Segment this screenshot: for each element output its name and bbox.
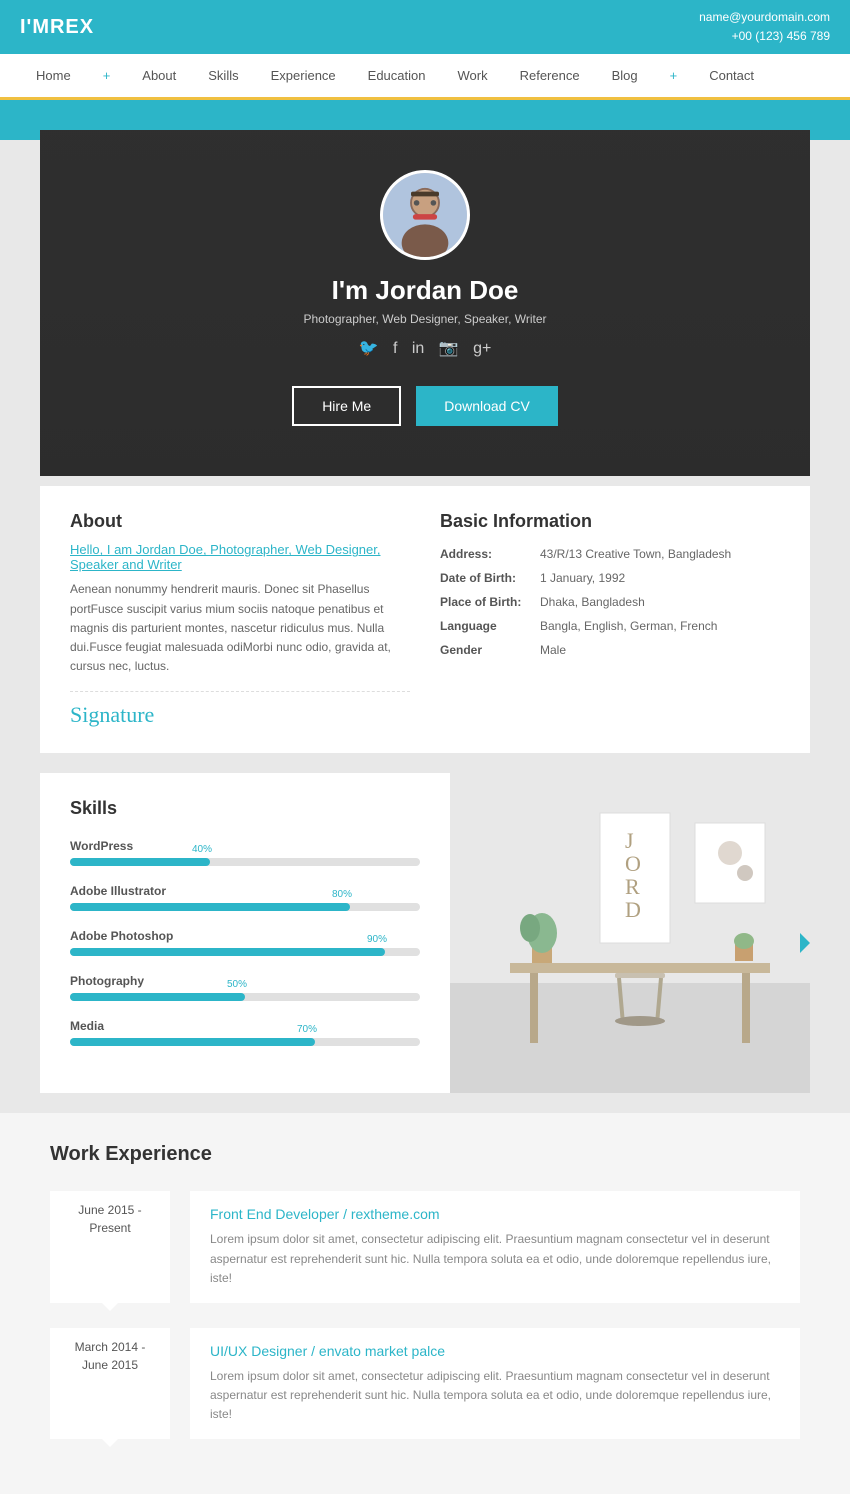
basic-info: Basic Information Address: 43/R/13 Creat… [440,511,780,728]
hero-buttons: Hire Me Download CV [60,386,790,426]
timeline-role-2: UI/UX Designer / envato market palce [210,1343,780,1359]
hero-name: I'm Jordan Doe [60,275,790,306]
skills-illustration: J O R D [450,773,810,1093]
about-section: About Hello, I am Jordan Doe, Photograph… [40,486,810,753]
gender-value: Male [540,643,566,657]
hero-section: I'm Jordan Doe Photographer, Web Designe… [40,130,810,476]
nav-contact[interactable]: Contact [693,54,770,97]
skill-bar-bg-media [70,1038,420,1046]
svg-text:O: O [625,851,641,876]
skill-bar-bg-photography [70,993,420,1001]
nav-about[interactable]: About [126,54,192,97]
timeline-content-2: UI/UX Designer / envato market palce Lor… [190,1328,800,1440]
address-label: Address: [440,547,540,561]
avatar [380,170,470,260]
skill-bar-fill-illustrator [70,903,350,911]
nav-reference[interactable]: Reference [504,54,596,97]
skill-photography: Photography [70,974,420,1001]
nav-work[interactable]: Work [441,54,503,97]
top-header: I'MREX name@yourdomain.com +00 (123) 456… [0,0,850,54]
facebook-icon[interactable]: f [393,340,397,357]
divider [70,691,410,692]
skill-bar-bg-illustrator [70,903,420,911]
pob-label: Place of Birth: [440,595,540,609]
timeline-date-1: June 2015 - Present [50,1191,170,1303]
contact-info: name@yourdomain.com +00 (123) 456 789 [699,8,830,46]
timeline-content-1: Front End Developer / rextheme.com Lorem… [190,1191,800,1303]
nav-blog[interactable]: Blog [596,54,654,97]
svg-text:J: J [625,828,634,853]
timeline-item-2: March 2014 - June 2015 UI/UX Designer / … [50,1328,800,1440]
work-experience-section: Work Experience June 2015 - Present Fron… [0,1113,850,1494]
logo: I'MREX [20,16,94,39]
download-cv-button[interactable]: Download CV [416,386,558,426]
social-icons: 🐦 f in 📷 g+ [60,338,790,358]
info-row-dob: Date of Birth: 1 January, 1992 [440,571,780,585]
work-experience-title: Work Experience [50,1143,800,1166]
skill-photoshop: Adobe Photoshop [70,929,420,956]
nav-plus1[interactable]: + [87,54,127,97]
dob-value: 1 January, 1992 [540,571,625,585]
nav-education[interactable]: Education [352,54,442,97]
timeline-desc-1: Lorem ipsum dolor sit amet, consectetur … [210,1230,780,1288]
skill-bar-bg-photoshop [70,948,420,956]
instagram-icon[interactable]: 📷 [439,340,459,357]
timeline-item-1: June 2015 - Present Front End Developer … [50,1191,800,1303]
address-value: 43/R/13 Creative Town, Bangladesh [540,547,731,561]
skills-section: Skills WordPress Adobe Illustrator Adobe… [40,773,810,1093]
gender-label: Gender [440,643,540,657]
timeline-desc-2: Lorem ipsum dolor sit amet, consectetur … [210,1367,780,1425]
nav-skills[interactable]: Skills [192,54,254,97]
skill-bar-fill-photography [70,993,245,1001]
info-row-address: Address: 43/R/13 Creative Town, Banglade… [440,547,780,561]
skill-bar-bg-wordpress [70,858,420,866]
skills-left: Skills WordPress Adobe Illustrator Adobe… [40,773,450,1093]
skill-name-media: Media [70,1019,420,1033]
phone: +00 (123) 456 789 [699,27,830,46]
about-body: Aenean nonummy hendrerit mauris. Donec s… [70,580,410,676]
info-row-language: Language Bangla, English, German, French [440,619,780,633]
timeline: June 2015 - Present Front End Developer … [50,1191,800,1439]
skill-name-illustrator: Adobe Illustrator [70,884,420,898]
skill-wordpress: WordPress [70,839,420,866]
nav-home[interactable]: Home [20,54,87,97]
info-row-gender: Gender Male [440,643,780,657]
dob-label: Date of Birth: [440,571,540,585]
skill-media: Media [70,1019,420,1046]
pob-value: Dhaka, Bangladesh [540,595,645,609]
about-title: About [70,511,410,532]
hire-button[interactable]: Hire Me [292,386,401,426]
googleplus-icon[interactable]: g+ [473,340,491,357]
skill-name-wordpress: WordPress [70,839,420,853]
nav-experience[interactable]: Experience [255,54,352,97]
twitter-icon[interactable]: 🐦 [359,340,379,357]
basic-info-title: Basic Information [440,511,780,532]
skill-bar-fill-photoshop [70,948,385,956]
svg-text:D: D [625,897,641,922]
signature: Signature [70,702,410,728]
skills-title: Skills [70,798,420,819]
timeline-date-2: March 2014 - June 2015 [50,1328,170,1440]
timeline-role-1: Front End Developer / rextheme.com [210,1206,780,1222]
nav-plus2[interactable]: + [654,54,694,97]
info-row-pob: Place of Birth: Dhaka, Bangladesh [440,595,780,609]
skill-bar-fill-media [70,1038,315,1046]
skill-bar-fill-wordpress [70,858,210,866]
main-nav: Home + About Skills Experience Education… [0,54,850,100]
hero-subtitle: Photographer, Web Designer, Speaker, Wri… [60,312,790,326]
linkedin-icon[interactable]: in [412,340,424,357]
about-intro-link[interactable]: Hello, I am Jordan Doe, Photographer, We… [70,542,410,572]
skill-illustrator: Adobe Illustrator [70,884,420,911]
email: name@yourdomain.com [699,8,830,27]
language-value: Bangla, English, German, French [540,619,717,633]
language-label: Language [440,619,540,633]
about-left: About Hello, I am Jordan Doe, Photograph… [70,511,410,728]
svg-text:R: R [625,874,640,899]
